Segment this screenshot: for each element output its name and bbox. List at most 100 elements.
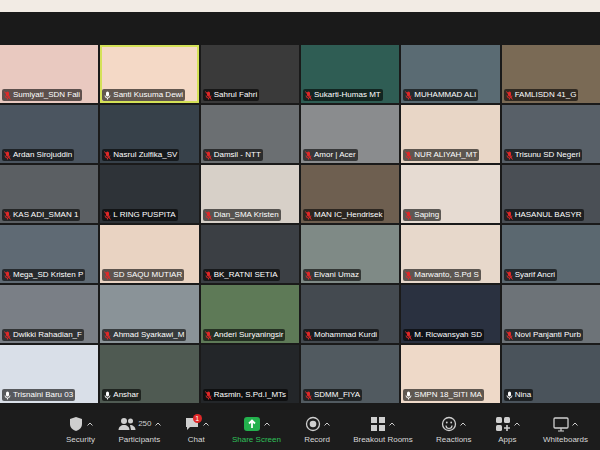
participant-tile[interactable]: Damsil - NTT xyxy=(201,105,299,163)
participant-name: Amor | Acer xyxy=(314,150,356,160)
participant-tile[interactable]: Mohammad Kurdi xyxy=(301,285,399,343)
participant-tile[interactable]: Trisnaini Baru 03 xyxy=(0,345,98,403)
caret-icon[interactable] xyxy=(514,422,520,426)
name-label: Amor | Acer xyxy=(303,149,358,161)
participant-tile[interactable]: Sukarti-Humas MT xyxy=(301,45,399,103)
toolbar-label: Whiteboards xyxy=(543,435,588,445)
participant-tile[interactable]: L RING PUSPITA xyxy=(100,165,198,223)
participant-tile[interactable]: M. Ricwansyah SD xyxy=(401,285,499,343)
toolbar-label: Reactions xyxy=(436,435,472,445)
caret-icon[interactable] xyxy=(572,422,578,426)
name-label: FAMLISDN 41_G xyxy=(504,89,579,101)
participant-tile[interactable]: Elvani Umaz xyxy=(301,225,399,283)
toolbar-button[interactable]: 1Chat xyxy=(182,416,211,445)
participant-tile[interactable]: Novi Panjanti Purb xyxy=(502,285,600,343)
participant-tile[interactable]: Nina xyxy=(502,345,600,403)
toolbar-button[interactable]: Share Screen xyxy=(230,416,283,445)
participant-tile[interactable]: Sumiyati_SDN Fali xyxy=(0,45,98,103)
whiteboard-icon xyxy=(553,416,569,432)
microphone-icon xyxy=(104,211,111,220)
caret-icon[interactable] xyxy=(264,422,270,426)
microphone-icon xyxy=(405,151,412,160)
caret-icon[interactable] xyxy=(87,422,93,426)
participant-name: Ahmad Syarkawi_M xyxy=(113,330,184,340)
name-label: Mega_SD Kristen P xyxy=(2,269,85,281)
caret-icon[interactable] xyxy=(203,422,209,426)
microphone-icon xyxy=(4,91,11,100)
name-label: Elvani Umaz xyxy=(303,269,361,281)
participant-tile[interactable]: HASANUL BASYR xyxy=(502,165,600,223)
caret-icon[interactable] xyxy=(324,422,330,426)
participant-tile[interactable]: BK_RATNI SETIA xyxy=(201,225,299,283)
participant-tile[interactable]: Dwikki Rahadian_F xyxy=(0,285,98,343)
toolbar-button[interactable]: Apps xyxy=(493,416,522,445)
microphone-icon xyxy=(205,391,212,400)
microphone-icon xyxy=(4,331,11,340)
participant-tile[interactable]: Mega_SD Kristen P xyxy=(0,225,98,283)
participant-count: 250 xyxy=(138,419,151,429)
name-label: L RING PUSPITA xyxy=(102,209,177,221)
name-label: MAN IC_Hendrisek xyxy=(303,209,384,221)
participant-name: Mega_SD Kristen P xyxy=(13,270,83,280)
participant-tile[interactable]: Ahmad Syarkawi_M xyxy=(100,285,198,343)
participant-name: Saping xyxy=(414,210,439,220)
participant-tile[interactable]: MUHAMMAD ALI xyxy=(401,45,499,103)
participant-name: Trisnaini Baru 03 xyxy=(13,390,73,400)
microphone-icon xyxy=(305,211,312,220)
toolbar-button[interactable]: 250 Participants xyxy=(116,416,162,445)
breakout-grid-icon xyxy=(370,416,386,432)
name-label: Trisnaini Baru 03 xyxy=(2,389,75,401)
participant-tile[interactable]: KAS ADI_SMAN 1 xyxy=(0,165,98,223)
caret-icon[interactable] xyxy=(389,422,395,426)
microphone-icon xyxy=(205,91,212,100)
people-icon xyxy=(118,416,136,432)
participant-tile[interactable]: Anshar xyxy=(100,345,198,403)
name-label: Novi Panjanti Purb xyxy=(504,329,583,341)
participant-tile[interactable]: Santi Kusuma Dewi xyxy=(100,45,198,103)
participant-tile[interactable]: Saping xyxy=(401,165,499,223)
participant-tile[interactable]: SMPN 18_SITI MA xyxy=(401,345,499,403)
name-label: Marwanto, S.Pd S xyxy=(403,269,480,281)
participant-tile[interactable]: Marwanto, S.Pd S xyxy=(401,225,499,283)
toolbar-label: Record xyxy=(304,435,330,445)
record-icon xyxy=(305,416,321,432)
participant-tile[interactable]: Syarif Ancri xyxy=(502,225,600,283)
toolbar-button[interactable]: Record xyxy=(302,416,332,445)
name-label: Santi Kusuma Dewi xyxy=(102,89,185,101)
toolbar-button[interactable]: Security xyxy=(64,416,97,445)
microphone-icon xyxy=(305,391,312,400)
toolbar-label: Participants xyxy=(118,435,160,445)
participant-tile[interactable]: SD SAQU MUTIAR xyxy=(100,225,198,283)
participant-tile[interactable]: Trisunu SD Negeri xyxy=(502,105,600,163)
participant-name: KAS ADI_SMAN 1 xyxy=(13,210,78,220)
toolbar-button[interactable]: Reactions xyxy=(434,416,474,445)
toolbar-button[interactable]: Breakout Rooms xyxy=(351,416,415,445)
participant-tile[interactable]: Sahrul Fahri xyxy=(201,45,299,103)
participant-tile[interactable]: FAMLISDN 41_G xyxy=(502,45,600,103)
toolbar-button[interactable]: Whiteboards xyxy=(541,416,590,445)
name-label: Dian_SMA Kristen xyxy=(203,209,281,221)
participant-name: Nasrul Zulfika_SV xyxy=(113,150,177,160)
microphone-icon xyxy=(205,211,212,220)
name-label: Dwikki Rahadian_F xyxy=(2,329,84,341)
participant-tile[interactable]: Ardan Sirojuddin xyxy=(0,105,98,163)
name-label: SMPN 18_SITI MA xyxy=(403,389,484,401)
participant-tile[interactable]: SDMM_FIYA xyxy=(301,345,399,403)
participant-tile[interactable]: Amor | Acer xyxy=(301,105,399,163)
participant-name: Anshar xyxy=(113,390,138,400)
participant-tile[interactable]: Nasrul Zulfika_SV xyxy=(100,105,198,163)
name-label: SDMM_FIYA xyxy=(303,389,362,401)
participant-tile[interactable]: Dian_SMA Kristen xyxy=(201,165,299,223)
participant-tile[interactable]: MAN IC_Hendrisek xyxy=(301,165,399,223)
microphone-icon xyxy=(104,91,111,100)
name-label: NUR ALIYAH_MT xyxy=(403,149,479,161)
microphone-icon xyxy=(405,91,412,100)
caret-icon[interactable] xyxy=(155,422,161,426)
name-label: Sahrul Fahri xyxy=(203,89,260,101)
microphone-icon xyxy=(506,391,513,400)
participant-tile[interactable]: Rasmin, S.Pd.I_MTs xyxy=(201,345,299,403)
caret-icon[interactable] xyxy=(460,422,466,426)
participant-tile[interactable]: NUR ALIYAH_MT xyxy=(401,105,499,163)
participant-tile[interactable]: Anderi Suryaningsir xyxy=(201,285,299,343)
microphone-icon xyxy=(205,151,212,160)
